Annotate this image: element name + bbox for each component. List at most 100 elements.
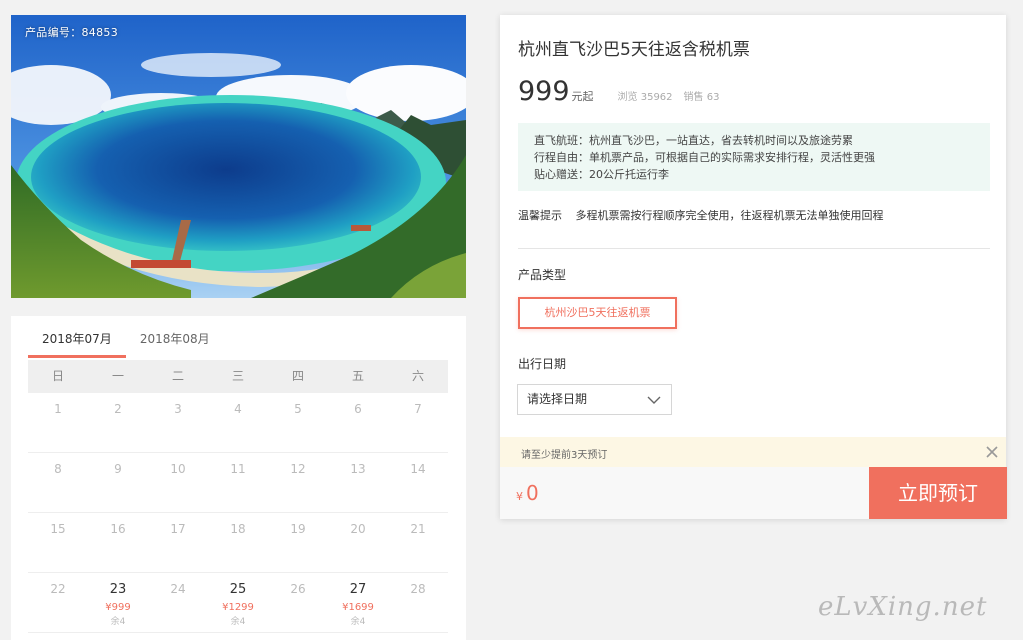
calendar-day: 9 bbox=[88, 453, 148, 513]
day-number: 28 bbox=[410, 582, 426, 596]
day-number: 3 bbox=[174, 402, 182, 416]
weekday-sat: 六 bbox=[411, 369, 424, 383]
calendar-day: 7 bbox=[388, 393, 448, 453]
calendar-day: 3 bbox=[148, 393, 208, 453]
day-number: 4 bbox=[234, 402, 242, 416]
product-id: 产品编号：84853 bbox=[25, 26, 118, 39]
tab-2018-07[interactable]: 2018年07月 bbox=[28, 316, 126, 358]
day-number: 23 bbox=[109, 582, 127, 597]
divider bbox=[518, 248, 990, 249]
calendar-days: 1 2 3 4 5 6 7 8 9 10 11 12 13 14 15 16 17 18 19 20 21 22 23 ¥99… bbox=[28, 393, 448, 633]
calendar-day: 28 bbox=[388, 573, 448, 633]
booking-tip-bar: 请至少提前3天预订 bbox=[500, 437, 1006, 467]
day-number: 15 bbox=[50, 522, 66, 536]
calendar-day: 10 bbox=[148, 453, 208, 513]
day-number: 20 bbox=[350, 522, 366, 536]
notice-label: 温馨提示 bbox=[518, 209, 562, 222]
chevron-down-icon bbox=[647, 396, 661, 404]
booking-bar: ¥0 立即预订 bbox=[500, 467, 1007, 519]
calendar-day: 2 bbox=[88, 393, 148, 453]
calendar-day: 24 bbox=[148, 573, 208, 633]
weekday-sun: 日 bbox=[51, 369, 64, 383]
day-number: 27 bbox=[349, 582, 367, 597]
day-price: ¥999 bbox=[105, 602, 131, 613]
calendar-day: 20 bbox=[328, 513, 388, 573]
weekday-fri: 五 bbox=[351, 369, 364, 383]
weekday-tue: 二 bbox=[171, 369, 184, 383]
calendar-day: 16 bbox=[88, 513, 148, 573]
product-type-option[interactable]: 杭州沙巴5天往返机票 bbox=[518, 297, 677, 329]
day-number: 16 bbox=[110, 522, 126, 536]
calendar-day: 8 bbox=[28, 453, 88, 513]
calendar-day: 15 bbox=[28, 513, 88, 573]
product-title: 杭州直飞沙巴5天往返含税机票 bbox=[518, 40, 750, 60]
calendar-day: 21 bbox=[388, 513, 448, 573]
day-price: ¥1299 bbox=[222, 602, 254, 613]
day-number: 10 bbox=[170, 462, 186, 476]
tab-2018-08[interactable]: 2018年08月 bbox=[126, 316, 224, 358]
day-number: 8 bbox=[54, 462, 62, 476]
day-number: 19 bbox=[290, 522, 306, 536]
calendar-day: 1 bbox=[28, 393, 88, 453]
day-stock: 余4 bbox=[350, 617, 366, 627]
day-number: 17 bbox=[170, 522, 186, 536]
calendar-day[interactable]: 27 ¥1699 余4 bbox=[328, 573, 388, 633]
site-watermark: eLvXing.net bbox=[818, 592, 988, 622]
calendar-day: 26 bbox=[268, 573, 328, 633]
currency-symbol: ¥ bbox=[516, 490, 523, 503]
notice-text: 多程机票需按行程顺序完全使用，往返程机票无法单独使用回程 bbox=[575, 209, 884, 222]
day-number: 22 bbox=[50, 582, 66, 596]
feature-item: 直飞航班：杭州直飞沙巴，一站直达，省去转机时间以及旅途劳累 bbox=[534, 134, 853, 147]
day-number: 25 bbox=[229, 582, 247, 597]
day-number: 13 bbox=[350, 462, 366, 476]
calendar-day: 4 bbox=[208, 393, 268, 453]
day-number: 1 bbox=[54, 402, 62, 416]
day-number: 7 bbox=[414, 402, 422, 416]
calendar-day: 13 bbox=[328, 453, 388, 513]
day-stock: 余4 bbox=[110, 617, 126, 627]
price-calendar: 2018年07月 2018年08月 日 一 二 三 四 五 六 12345678… bbox=[11, 316, 466, 640]
calendar-day: 6 bbox=[328, 393, 388, 453]
day-number: 12 bbox=[290, 462, 306, 476]
day-number: 18 bbox=[230, 522, 246, 536]
calendar-day: 18 bbox=[208, 513, 268, 573]
calendar-day[interactable]: 23 ¥999 余4 bbox=[88, 573, 148, 633]
feature-item: 行程自由：单机票产品，可根据自己的实际需求安排行程，灵活性更强 bbox=[534, 151, 875, 164]
total-price: ¥0 bbox=[516, 481, 539, 505]
price-value: 999 bbox=[518, 76, 570, 107]
lagoon-island-image bbox=[11, 15, 466, 298]
booking-tip-text: 请至少提前3天预订 bbox=[521, 450, 608, 461]
day-number: 26 bbox=[290, 582, 306, 596]
travel-notice: 温馨提示 多程机票需按行程顺序完全使用，往返程机票无法单独使用回程 bbox=[518, 207, 884, 223]
product-card: 杭州直飞沙巴5天往返含税机票 999 元起 浏览 35962 销售 63 直飞航… bbox=[500, 15, 1007, 519]
day-number: 9 bbox=[114, 462, 122, 476]
date-select-placeholder: 请选择日期 bbox=[527, 392, 588, 406]
price-row: 999 元起 浏览 35962 销售 63 bbox=[518, 76, 719, 107]
calendar-day[interactable]: 25 ¥1299 余4 bbox=[208, 573, 268, 633]
travel-date-select[interactable]: 请选择日期 bbox=[517, 384, 672, 415]
month-tabs: 2018年07月 2018年08月 bbox=[28, 316, 224, 358]
day-number: 5 bbox=[294, 402, 302, 416]
view-count: 浏览 35962 bbox=[617, 92, 673, 103]
product-type-label: 产品类型 bbox=[518, 268, 567, 282]
weekday-wed: 三 bbox=[231, 369, 244, 383]
calendar-day: 17 bbox=[148, 513, 208, 573]
product-photo: 产品编号：84853 bbox=[11, 15, 466, 298]
calendar-day: 19 bbox=[268, 513, 328, 573]
sales-count: 销售 63 bbox=[683, 92, 720, 103]
book-now-button[interactable]: 立即预订 bbox=[869, 467, 1007, 519]
calendar-day: 12 bbox=[268, 453, 328, 513]
travel-date-label: 出行日期 bbox=[518, 357, 567, 371]
weekday-header: 日 一 二 三 四 五 六 bbox=[28, 360, 448, 393]
weekday-mon: 一 bbox=[111, 369, 124, 383]
day-number: 11 bbox=[230, 462, 246, 476]
feature-list: 直飞航班：杭州直飞沙巴，一站直达，省去转机时间以及旅途劳累 行程自由：单机票产品… bbox=[518, 123, 990, 191]
calendar-day: 11 bbox=[208, 453, 268, 513]
feature-item: 贴心赠送：20公斤托运行李 bbox=[534, 168, 669, 181]
total-amount: 0 bbox=[526, 481, 539, 505]
day-number: 24 bbox=[170, 582, 186, 596]
day-number: 6 bbox=[354, 402, 362, 416]
close-icon[interactable] bbox=[984, 444, 1000, 460]
weekday-thu: 四 bbox=[291, 369, 304, 383]
day-number: 21 bbox=[410, 522, 426, 536]
